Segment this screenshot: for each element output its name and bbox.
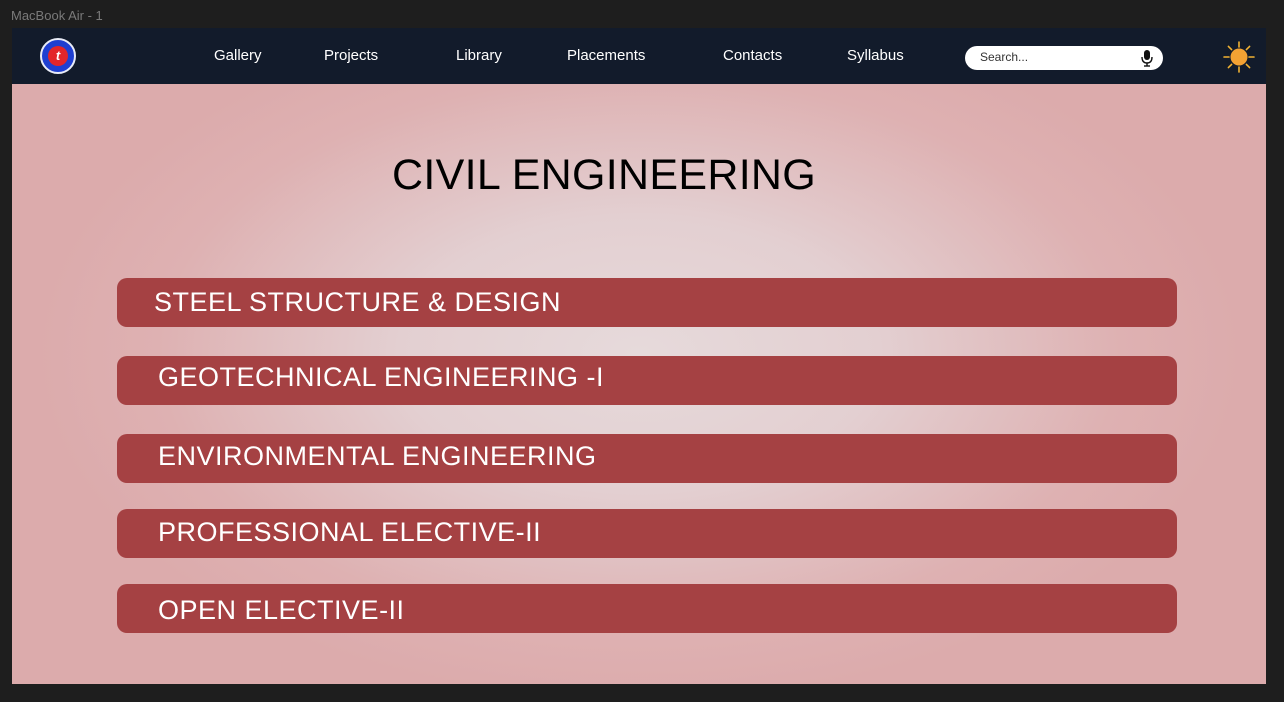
nav-item-gallery[interactable]: Gallery: [214, 47, 262, 65]
nav-item-library[interactable]: Library: [456, 47, 502, 65]
subject-label: GEOTECHNICAL ENGINEERING -I: [158, 362, 605, 392]
subject-label: PROFESSIONAL ELECTIVE-II: [158, 517, 542, 547]
app-frame: t Gallery Projects Library Placements Co…: [12, 28, 1266, 684]
subject-item-professional-elective[interactable]: PROFESSIONAL ELECTIVE-II: [117, 509, 1177, 558]
nav-item-contacts[interactable]: Contacts: [723, 47, 782, 65]
search-box: [965, 46, 1163, 70]
top-navbar: t Gallery Projects Library Placements Co…: [12, 28, 1266, 84]
college-logo-icon[interactable]: t: [40, 38, 76, 74]
nav-item-projects[interactable]: Projects: [324, 47, 378, 65]
subject-label: OPEN ELECTIVE-II: [158, 595, 405, 625]
sun-icon[interactable]: [1223, 41, 1255, 73]
microphone-icon[interactable]: [1141, 50, 1153, 67]
subject-label: STEEL STRUCTURE & DESIGN: [154, 287, 562, 317]
search-input[interactable]: [980, 46, 1130, 68]
subject-item-environmental[interactable]: ENVIRONMENTAL ENGINEERING: [117, 434, 1177, 483]
subject-item-geotechnical[interactable]: GEOTECHNICAL ENGINEERING -I: [117, 356, 1177, 405]
logo-emblem: t: [48, 46, 68, 66]
frame-label: MacBook Air - 1: [11, 8, 103, 23]
nav-item-placements[interactable]: Placements: [567, 47, 645, 65]
main-content: CIVIL ENGINEERING STEEL STRUCTURE & DESI…: [12, 84, 1266, 684]
nav-item-syllabus[interactable]: Syllabus: [847, 47, 904, 65]
subject-item-steel-structure[interactable]: STEEL STRUCTURE & DESIGN: [117, 278, 1177, 327]
subject-label: ENVIRONMENTAL ENGINEERING: [158, 441, 597, 471]
subject-item-open-elective[interactable]: OPEN ELECTIVE-II: [117, 584, 1177, 633]
page-title: CIVIL ENGINEERING: [392, 151, 817, 199]
